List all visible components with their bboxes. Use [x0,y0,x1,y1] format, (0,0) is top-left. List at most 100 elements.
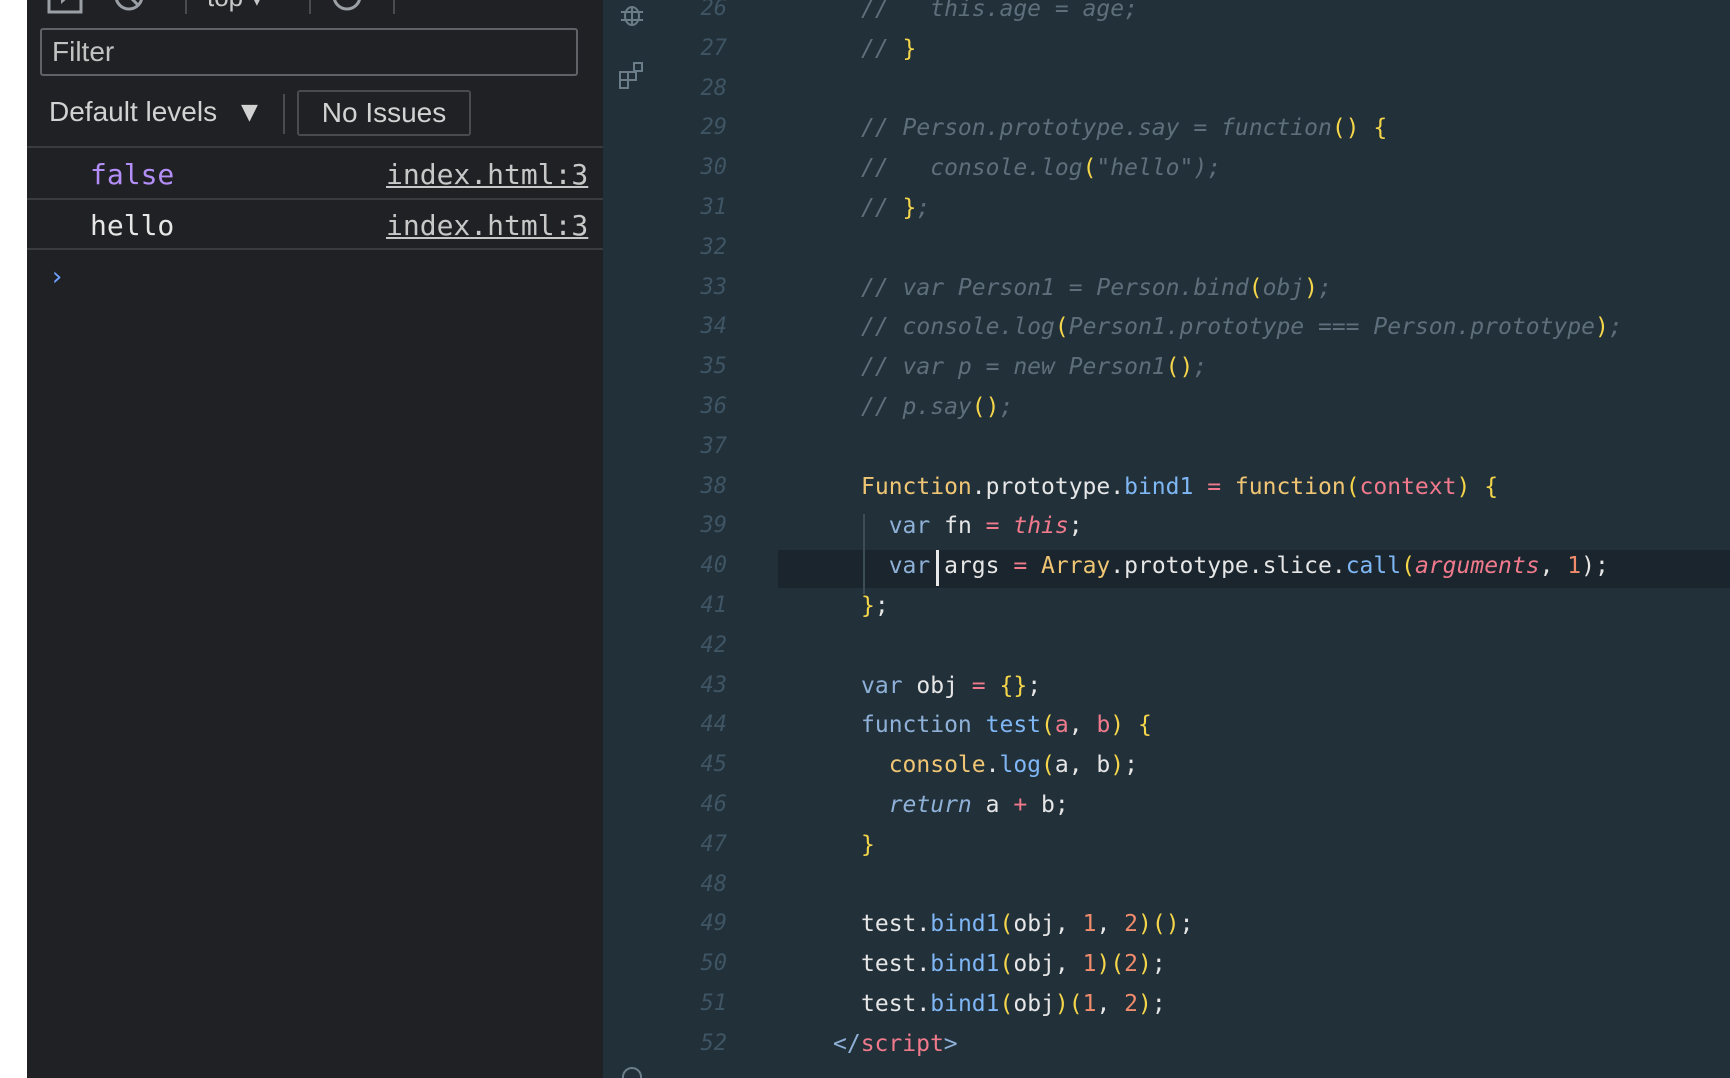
code-token: () [1331,115,1360,142]
code-line[interactable]: }; [861,593,889,619]
code-token: ; [999,394,1014,420]
code-token: // var p = new Person1 [861,354,1166,381]
code-token: = [1193,473,1235,500]
code-line[interactable]: var obj = {}; [861,673,1041,699]
toolbar-divider [393,0,395,14]
code-token: args [930,553,1000,580]
issues-button[interactable]: No Issues [297,90,471,136]
code-line[interactable]: // var Person1 = Person.bind(obj); [861,275,1332,301]
line-number: 43 [700,672,728,698]
code-line[interactable]: test.bind1(obj, 1)(2); [861,951,1166,977]
code-line[interactable]: </script> [833,1031,958,1057]
settings-gear-icon[interactable] [617,1062,647,1078]
console-prompt-icon[interactable]: › [49,262,65,292]
code-line[interactable]: // this.age = age; [861,0,1138,22]
line-number: 34 [700,314,728,340]
code-line[interactable]: Function.prototype.bind1 = function(cont… [861,474,1498,500]
code-line[interactable]: console.log(a, b); [861,752,1138,778]
code-line[interactable]: return a + b; [861,792,1069,818]
line-number: 42 [700,632,728,658]
code-line[interactable]: // console.log("hello"); [861,155,1221,181]
filter-input[interactable]: Filter [40,28,578,76]
code-token: ) [1138,951,1152,978]
code-token: arguments [1414,553,1540,580]
code-line[interactable]: // console.log(Person1.prototype === Per… [861,314,1623,340]
code-token: ( [1401,553,1415,580]
code-token: // [861,35,903,62]
code-token: 2 [1124,951,1139,978]
code-token: obj [1013,991,1055,1017]
code-line[interactable]: // var p = new Person1(); [861,354,1207,380]
code-token: = [957,672,1000,699]
code-line[interactable]: // Person.prototype.say = function() { [861,115,1387,141]
code-token: 1 [1567,553,1582,580]
line-number: 41 [700,593,728,618]
clear-console-icon[interactable] [111,0,147,16]
code-line[interactable]: // p.say(); [861,394,1013,420]
line-number: 29 [700,115,728,141]
context-selector[interactable]: top ▾ [207,0,263,13]
code-token: "hello" [1096,155,1194,182]
divider [27,198,603,200]
live-expression-eye-icon[interactable] [329,0,365,16]
code-line[interactable]: test.bind1(obj, 1, 2)(); [861,911,1193,937]
code-token: ; [1027,672,1042,699]
code-editor: 26 27 28 29 30 31 32 33 34 35 36 37 38 39 40 41 42 43 44 45… [603,0,1730,1078]
code-token: ; [916,195,931,221]
code-line[interactable]: // } [861,36,916,62]
sidebar-toggle-icon[interactable] [47,0,83,16]
code-token: ) [1456,473,1485,500]
line-number: 47 [700,831,728,857]
line-number: 26 [700,0,728,21]
code-token: ; [1608,314,1623,341]
code-line[interactable]: } [861,832,875,858]
line-number: 27 [700,35,728,61]
console-message-source-link[interactable]: index.html:3 [386,158,588,191]
code-token: ); [1581,553,1609,580]
code-token: ( [999,911,1014,938]
code-token: var [861,513,945,540]
code-token: ; [1151,951,1166,978]
code-token: } [861,593,875,619]
code-token: bind1 [930,951,1000,978]
code-token: // Person.prototype.say = function [861,115,1332,142]
toolbar-divider [309,0,311,14]
line-number: 35 [700,354,728,380]
code-line[interactable]: test.bind1(obj)(1, 2); [861,991,1166,1017]
line-number: 28 [700,75,728,101]
line-number: 46 [700,792,728,817]
code-line[interactable]: var fn = this; [861,513,1083,539]
line-number: 37 [700,433,728,459]
divider [27,146,603,148]
code-token: , [1096,991,1125,1017]
console-message-false: false [90,158,175,191]
code-line[interactable]: // }; [861,195,930,221]
code-token: a [971,792,1014,818]
code-token: // console.log [861,155,1083,182]
code-token: // var Person1 = Person.bind [861,274,1249,301]
line-number: 31 [700,195,728,220]
code-token: ; [874,593,889,619]
code-token: > [943,1030,958,1057]
line-number: 52 [700,1030,728,1056]
console-message-source-link[interactable]: index.html:3 [386,209,588,242]
code-token: ; [1318,274,1332,301]
code-line[interactable]: function test(a, b) { [861,712,1152,738]
code-token: a, b [1054,752,1111,779]
console-message-hello: hello [90,209,175,242]
line-number: 39 [700,513,728,539]
code-token: function [861,712,986,739]
line-number: 33 [700,274,728,300]
code-line[interactable]: var args = Array.prototype.slice.call(ar… [861,553,1609,579]
code-token: a [1054,712,1069,739]
code-token: . [985,752,1000,779]
code-token: ) [1138,991,1152,1017]
devtools-console-panel: top ▾ Filter Default levels ▼ No Issues … [27,0,603,1078]
default-levels-dropdown[interactable]: Default levels [49,96,217,128]
code-token: ) [1304,274,1318,301]
code-token: { [1138,712,1152,739]
code-token: ( [999,951,1014,978]
line-number: 51 [700,991,728,1016]
code-token: )( [1054,991,1083,1017]
